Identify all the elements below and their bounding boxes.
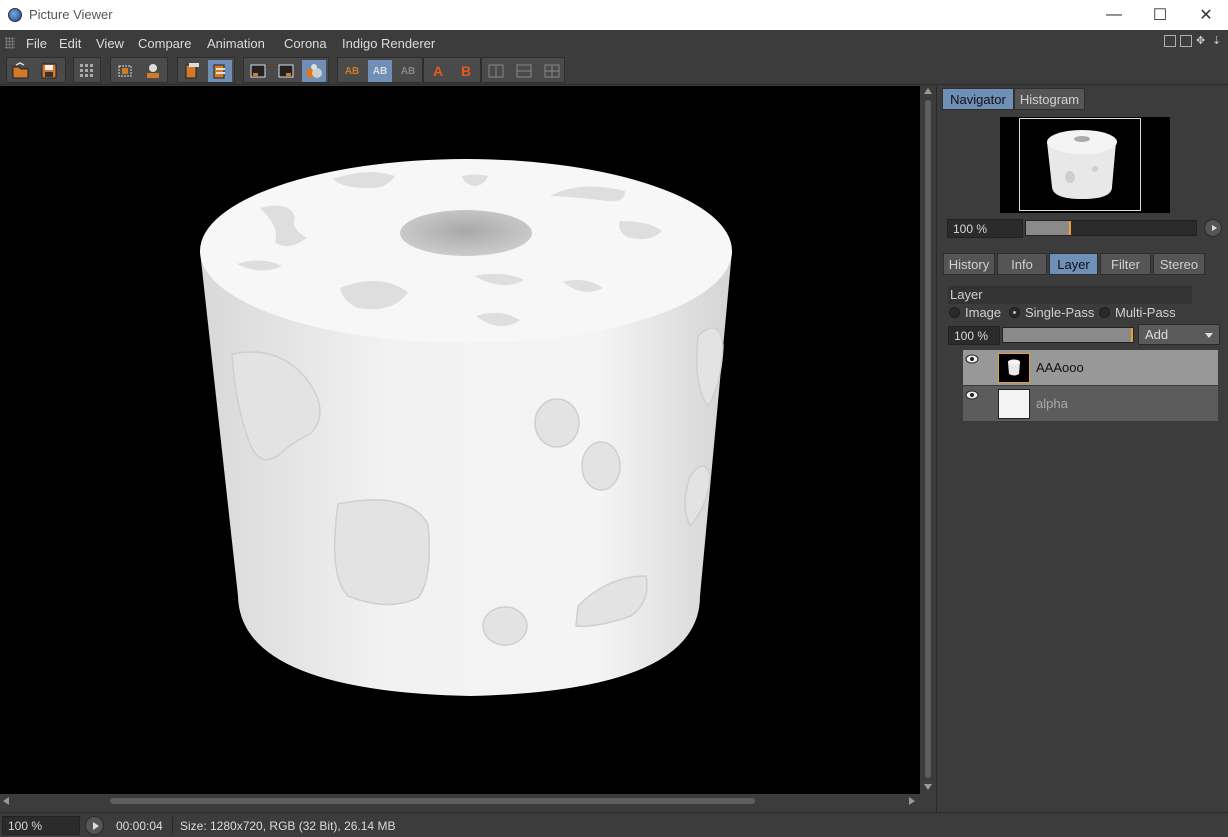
vertical-scroll-thumb[interactable] [925,100,931,778]
menu-grip-icon[interactable] [5,37,15,49]
scroll-left-icon[interactable] [3,797,9,805]
scroll-right-icon[interactable] [909,797,915,805]
navigator-zoom-marker [1069,221,1071,235]
ab-gray-icon[interactable]: AB [396,60,420,82]
visibility-eye-icon[interactable] [965,354,979,364]
navigator-zoom-slider[interactable] [1025,220,1197,236]
layer-row-aaaooo[interactable]: AAAooo [963,350,1218,386]
layer-row-alpha[interactable]: alpha [963,386,1218,422]
toolbar: AB AB AB A B [0,56,1228,85]
status-zoom-field[interactable]: 100 % [2,816,80,835]
scroll-up-icon[interactable] [924,88,932,94]
layer-opacity-fill [1003,328,1133,342]
cinema4d-app-icon [8,8,22,22]
title-bar: Picture Viewer — ☐ ✕ [0,0,1228,30]
ab-split-icon[interactable]: AB [368,60,392,82]
layer-thumbnail [998,389,1030,419]
layer-name: alpha [1036,396,1068,411]
menu-edit[interactable]: Edit [59,36,81,51]
render-viewport[interactable] [0,86,920,794]
vertical-scrollbar[interactable] [920,86,936,794]
tab-navigator[interactable]: Navigator [942,88,1014,110]
stack-left-icon[interactable] [180,60,204,82]
layout-dock-icon[interactable]: ⇣ [1212,35,1224,47]
minimize-button[interactable]: — [1091,0,1137,30]
set-a-icon[interactable]: A [426,60,450,82]
mode-image-label: Image [965,305,1002,320]
layout-icons: ✥ ⇣ [1164,35,1224,47]
mode-single-pass-radio[interactable] [1009,307,1020,318]
mode-image-radio[interactable] [949,307,960,318]
menu-indigo-renderer[interactable]: Indigo Renderer [342,36,435,51]
render-time: 00:00:04 [116,819,163,833]
status-divider [172,817,173,834]
add-layer-button[interactable]: Add [1138,324,1220,345]
layout-1-icon[interactable] [484,60,508,82]
tab-histogram[interactable]: Histogram [1014,88,1085,110]
tab-filter[interactable]: Filter [1100,253,1151,275]
image-info: Size: 1280x720, RGB (32 Bit), 26.14 MB [180,819,396,833]
save-icon[interactable] [37,60,61,82]
visibility-eye-icon[interactable] [965,390,979,400]
set-tool-group: A B [423,57,481,83]
status-play-button[interactable] [85,816,104,835]
region-tool-group [110,57,168,83]
navigator-zoom-field[interactable]: 100 % [947,219,1023,238]
layout-3-icon[interactable] [540,60,564,82]
view-ab-icon[interactable] [302,60,326,82]
mode-multi-pass-label: Multi-Pass [1115,305,1176,320]
user-icon[interactable] [141,60,165,82]
layer-opacity-marker [1131,328,1133,342]
horizontal-scroll-thumb[interactable] [110,798,755,804]
menu-file[interactable]: File [26,36,47,51]
grid-tool-group [73,57,101,83]
tab-history[interactable]: History [943,253,995,275]
layout-panel-icon[interactable] [1164,35,1176,47]
rendered-image [200,159,732,696]
mode-single-pass-label: Single-Pass [1025,305,1095,320]
navigator-zoom-fill [1026,221,1069,235]
open-icon[interactable] [9,60,33,82]
grid-icon[interactable] [75,60,99,82]
tab-info[interactable]: Info [997,253,1047,275]
set-b-icon[interactable]: B [454,60,478,82]
ab-icon[interactable]: AB [340,60,364,82]
layer-section-label: Layer [948,286,1192,304]
layer-opacity-slider[interactable] [1002,327,1134,343]
view-b-icon[interactable] [274,60,298,82]
menu-compare[interactable]: Compare [138,36,191,51]
navigator-play-button[interactable] [1204,219,1222,237]
menu-bar: File Edit View Compare Animation Corona … [0,30,1228,56]
menu-view[interactable]: View [96,36,124,51]
layout-move-icon[interactable]: ✥ [1196,35,1208,47]
menu-corona[interactable]: Corona [284,36,327,51]
navigator-preview[interactable] [1000,117,1170,213]
window-title: Picture Viewer [29,7,113,22]
scroll-down-icon[interactable] [924,784,932,790]
layout-2-icon[interactable] [512,60,536,82]
layer-thumbnail [998,353,1030,383]
file-tool-group [6,57,66,83]
compare-tool-group: AB AB AB [337,57,423,83]
tab-layer[interactable]: Layer [1049,253,1098,275]
status-bar: 100 % 00:00:04 Size: 1280x720, RGB (32 B… [0,812,1228,837]
right-panel: Navigator Histogram 100 % History Info L… [936,86,1228,812]
horizontal-scrollbar[interactable] [0,794,920,808]
layer-name: AAAooo [1036,360,1084,375]
mode-multi-pass-radio[interactable] [1099,307,1110,318]
layer-opacity-field[interactable]: 100 % [948,326,1000,345]
stack-right-icon[interactable] [208,60,232,82]
view-a-icon[interactable] [246,60,270,82]
navigator-view-frame[interactable] [1019,118,1141,211]
tab-stereo[interactable]: Stereo [1153,253,1205,275]
maximize-button[interactable]: ☐ [1137,0,1183,30]
region-icon[interactable] [113,60,137,82]
view-tool-group [243,57,329,83]
layout-tool-group [481,57,565,83]
stack-tool-group [177,57,235,83]
menu-animation[interactable]: Animation [207,36,265,51]
close-button[interactable]: ✕ [1183,0,1228,30]
layout-add-icon[interactable] [1180,35,1192,47]
